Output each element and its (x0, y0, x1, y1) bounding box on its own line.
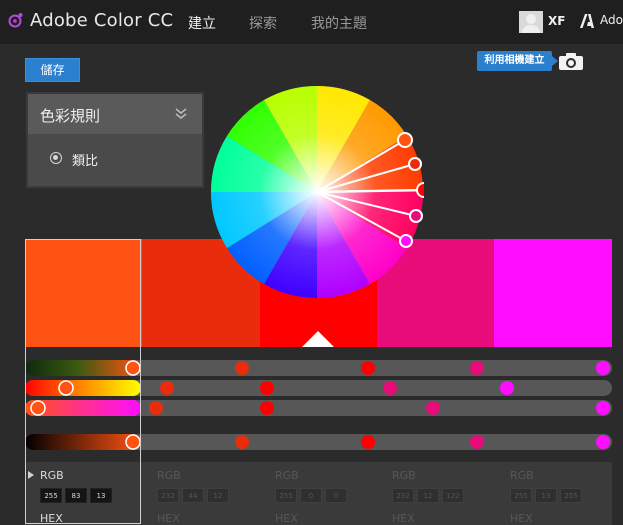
g-value[interactable]: 44 (182, 488, 204, 503)
tab-create[interactable]: 建立 (188, 13, 216, 33)
rgb-label: RGB (157, 469, 181, 482)
radio-analogous[interactable] (50, 152, 62, 164)
r-value[interactable]: 255 (275, 488, 297, 503)
g-value[interactable]: 83 (65, 488, 87, 503)
r-value[interactable]: 255 (510, 488, 532, 503)
rgb-label: RGB (392, 469, 416, 482)
hex-label: HEX (40, 512, 63, 525)
camera-icon[interactable] (559, 53, 583, 70)
swatch-1[interactable] (25, 239, 142, 347)
adobe-logo-icon[interactable] (579, 13, 595, 29)
triangle-right-icon[interactable] (28, 471, 34, 479)
avatar[interactable] (519, 11, 543, 33)
base-color-triangle-icon (302, 331, 334, 347)
r-value[interactable]: 232 (157, 488, 179, 503)
tab-my-themes[interactable]: 我的主題 (311, 13, 367, 33)
save-button[interactable]: 儲存 (25, 58, 80, 82)
b-value[interactable]: 255 (560, 488, 582, 503)
top-bar: Adobe Color CC 建立 探索 我的主題 XF Adobe (0, 0, 623, 44)
color-wheel-logo-icon[interactable] (8, 12, 24, 28)
hex-label: HEX (392, 512, 415, 525)
app-title[interactable]: Adobe Color CC (30, 10, 173, 31)
color-sliders[interactable] (25, 356, 612, 456)
swatch-5[interactable] (494, 239, 612, 347)
b-value[interactable]: 13 (90, 488, 112, 503)
color-rules-title: 色彩規則 (40, 107, 101, 125)
user-name[interactable]: XF (548, 14, 565, 28)
color-wheel[interactable] (210, 85, 424, 299)
color-rules-header[interactable]: 色彩規則 (28, 94, 202, 134)
g-value[interactable]: 12 (417, 488, 439, 503)
r-value[interactable]: 255 (40, 488, 62, 503)
rgb-label: RGB (275, 469, 299, 482)
tab-explore[interactable]: 探索 (249, 13, 277, 33)
r-value[interactable]: 232 (392, 488, 414, 503)
color-rules-panel: 色彩規則 類比 (26, 92, 204, 188)
adobe-label[interactable]: Adobe (600, 13, 623, 27)
b-value[interactable]: 12 (207, 488, 229, 503)
b-value[interactable]: 122 (442, 488, 464, 503)
g-value[interactable]: 0 (300, 488, 322, 503)
rgb-label: RGB (510, 469, 534, 482)
rgb-label: RGB (40, 469, 64, 482)
camera-tooltip: 利用相機建立 (477, 51, 558, 71)
hex-label: HEX (275, 512, 298, 525)
hex-label: HEX (510, 512, 533, 525)
double-chevron-down-icon[interactable] (174, 107, 188, 121)
g-value[interactable]: 13 (535, 488, 557, 503)
analogous-label[interactable]: 類比 (72, 150, 98, 169)
b-value[interactable]: 0 (325, 488, 347, 503)
hex-label: HEX (157, 512, 180, 525)
